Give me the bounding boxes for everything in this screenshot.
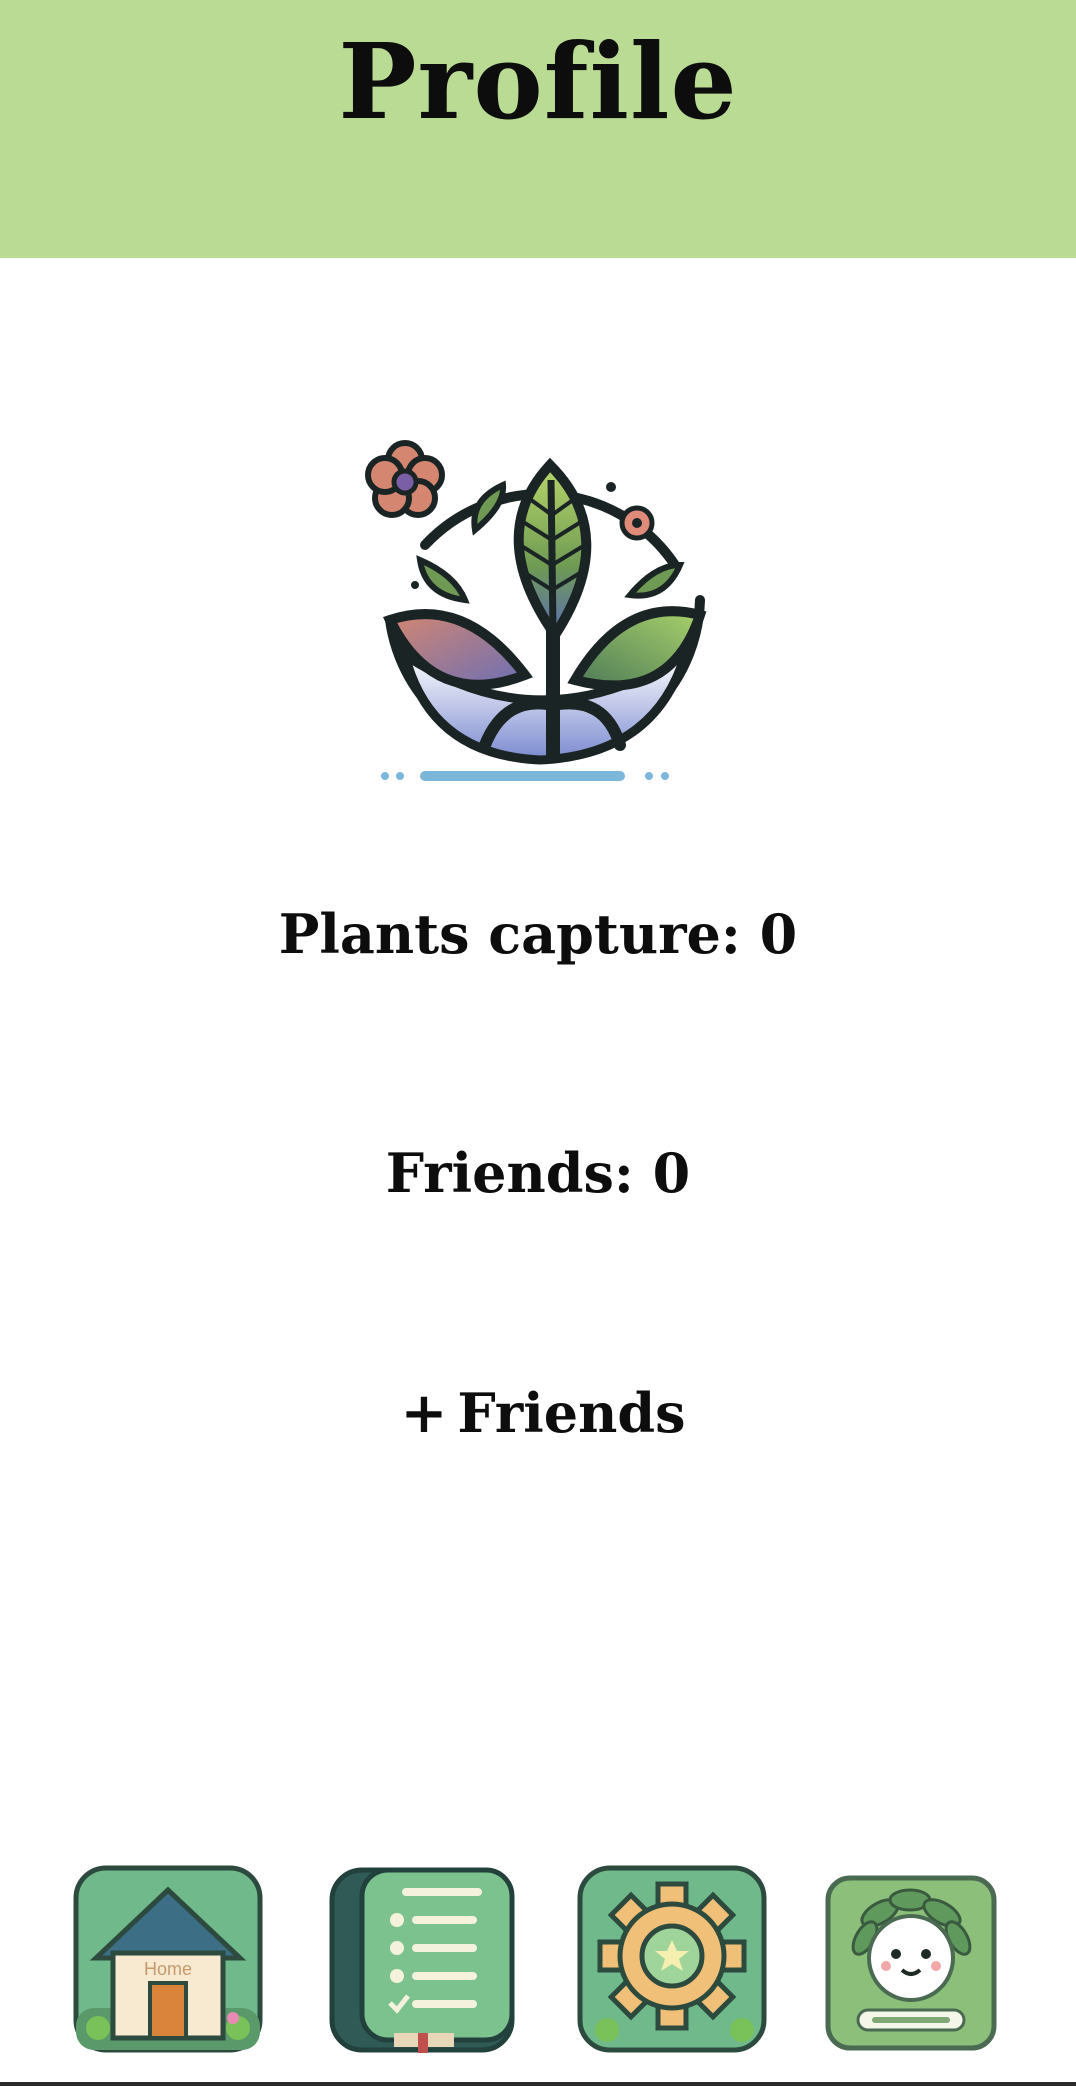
header-bar: Profile xyxy=(0,0,1076,258)
gear-icon xyxy=(577,1865,767,2053)
nav-checklist-button[interactable] xyxy=(322,1858,522,2058)
nav-profile-button[interactable] xyxy=(810,1858,1010,2058)
bottom-nav: Home xyxy=(0,1840,1076,2086)
plants-capture-count: Plants capture: 0 xyxy=(278,902,798,966)
bottom-divider xyxy=(0,2082,1076,2086)
friends-count: Friends: 0 xyxy=(385,1141,691,1205)
add-friends-label: Friends xyxy=(457,1381,686,1445)
checklist-book-icon xyxy=(329,1867,515,2053)
nav-settings-button[interactable] xyxy=(572,1858,772,2058)
plus-icon: + xyxy=(400,1380,448,1446)
page-title: Profile xyxy=(338,20,738,143)
add-friends-button[interactable]: + Friends xyxy=(398,1380,688,1450)
home-icon: Home xyxy=(73,1865,263,2053)
plant-avatar-icon xyxy=(825,1875,997,2051)
nav-home-button[interactable]: Home xyxy=(68,1858,268,2058)
plant-logo-icon xyxy=(355,425,725,795)
svg-text:Home: Home xyxy=(144,1959,192,1979)
